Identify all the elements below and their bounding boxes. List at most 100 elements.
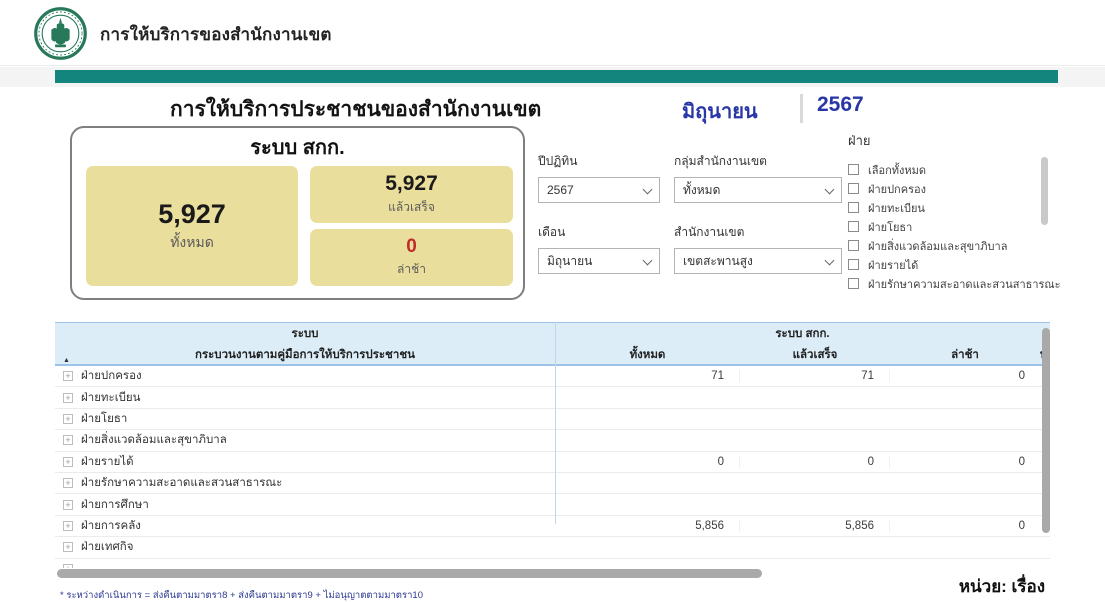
table-row[interactable]: ฝ่ายรายได้ 0 0 0 (55, 451, 1050, 473)
kpi-delayed-value: 0 (406, 236, 417, 257)
filter: ปีปฏิทิน 2567 (538, 152, 660, 203)
table-row[interactable]: ฝ่ายการคลัง 5,856 5,856 0 (55, 515, 1050, 538)
checkbox-icon[interactable] (848, 240, 859, 251)
chevron-down-icon (642, 184, 653, 195)
filter: เดือน มิถุนายน (538, 223, 660, 274)
row-name-label: ฝ่ายรักษาความสะอาดและสวนสาธารณะ (81, 477, 283, 490)
expand-plus-icon[interactable] (63, 478, 73, 489)
sort-ascending-icon[interactable]: ▲ (63, 357, 70, 364)
section-slicer-title: ฝ่าย (848, 133, 871, 148)
table-row[interactable]: ฝ่ายการศึกษา (55, 494, 1050, 516)
table-row[interactable]: ฝ่ายปกครอง 71 71 0 (55, 366, 1050, 388)
column-divider-line (555, 322, 556, 524)
horizontal-scrollbar-thumb[interactable] (57, 569, 762, 578)
checkbox-icon[interactable] (848, 278, 859, 289)
app-title: การให้บริการของสำนักงานเขต (100, 25, 332, 44)
slicer-option[interactable]: ฝ่ายรายได้ (848, 255, 1078, 274)
slicer-option[interactable]: ฝ่ายรักษาความสะอาดและสวนสาธารณะ (848, 274, 1078, 293)
filter-dropdown[interactable]: มิถุนายน (538, 248, 660, 274)
table-row[interactable]: ฝ่ายสิ่งแวดล้อมและสุขาภิบาล (55, 430, 1050, 452)
expand-plus-icon[interactable] (63, 563, 73, 568)
row-name-cell: ฝ่ายรักษาความสะอาดและสวนสาธารณะ (55, 474, 555, 492)
table-row[interactable] (55, 558, 1050, 568)
row-name-cell: ฝ่ายปกครอง (55, 367, 555, 385)
matrix-body: ฝ่ายปกครอง 71 71 0 ฝ่ายทะเบียน (55, 366, 1050, 568)
row-done-cell: 71 (740, 370, 890, 383)
filter-group: ปีปฏิทิน 2567 กลุ่มสำนักงานเขต ทั้งหมด เ… (538, 152, 842, 274)
filter-dropdown-value: มิถุนายน (547, 253, 593, 268)
header-col-delayed[interactable]: ล่าช้า (890, 344, 1040, 365)
header-col-total[interactable]: ทั้งหมด (555, 344, 740, 365)
kpi-panel: ระบบ สกก. 5,927 ทั้งหมด 5,927 แล้วเสร็จ … (70, 126, 525, 300)
expand-plus-icon[interactable] (63, 456, 73, 467)
checkbox-icon[interactable] (848, 183, 859, 194)
row-name-cell: ฝ่ายการศึกษา (55, 496, 555, 514)
expand-plus-icon[interactable] (63, 499, 73, 510)
filter-dropdown[interactable]: ทั้งหมด (674, 177, 842, 203)
row-delayed-cell: 0 (1018, 455, 1025, 468)
slicer-scrollbar-thumb[interactable] (1041, 157, 1048, 225)
matrix-header: ระบบ ระบบ สกก. กระบวนงานตามคู่มือการให้บ… (55, 322, 1050, 366)
header-col-done[interactable]: แล้วเสร็จ (740, 344, 890, 365)
row-name-cell: ฝ่ายเทศกิจ (55, 538, 555, 556)
table-row[interactable]: ฝ่ายโยธา (55, 408, 1050, 431)
filter-dropdown[interactable]: เขตสะพานสูง (674, 248, 842, 274)
table-row[interactable]: ฝ่ายเทศกิจ (55, 537, 1050, 559)
row-name-cell: ฝ่ายโยธา (55, 410, 555, 428)
slicer-option-label: ฝ่ายทะเบียน (868, 202, 925, 215)
kpi-done-value: 5,927 (385, 172, 438, 195)
expand-plus-icon[interactable] (63, 520, 73, 531)
matrix-header-columns-row: กระบวนงานตามคู่มือการให้บริการประชาชน ▲ … (55, 344, 1050, 365)
vertical-scrollbar-thumb[interactable] (1042, 328, 1050, 533)
year-display: 2567 (817, 93, 864, 116)
checkbox-icon[interactable] (848, 202, 859, 213)
dashboard-page: การให้บริการของสำนักงานเขต การให้บริการป… (0, 0, 1105, 602)
matrix-header-group-row: ระบบ ระบบ สกก. (55, 323, 1050, 344)
expand-plus-icon[interactable] (63, 435, 73, 446)
row-delayed-cell: 0 (1018, 370, 1025, 383)
expand-plus-icon[interactable] (63, 371, 73, 382)
header-group-sakok: ระบบ สกก. (775, 327, 830, 340)
checkbox-icon[interactable] (848, 259, 859, 270)
header-band (0, 67, 1105, 87)
header-system[interactable]: ระบบ (55, 323, 555, 344)
report-title: การให้บริการประชาชนของสำนักงานเขต (170, 98, 542, 121)
slicer-option[interactable]: ฝ่ายสิ่งแวดล้อมและสุขาภิบาล (848, 236, 1078, 255)
title-divider (800, 94, 803, 123)
slicer-option-label: ฝ่ายโยธา (868, 221, 913, 234)
expand-plus-icon[interactable] (63, 413, 73, 424)
checkbox-icon[interactable] (848, 221, 859, 232)
header-process-name-label: กระบวนงานตามคู่มือการให้บริการประชาชน (194, 348, 415, 361)
slicer-option-label: ฝ่ายรักษาความสะอาดและสวนสาธารณะ (868, 278, 1061, 291)
kpi-group-title: ระบบ สกก. (250, 137, 345, 159)
month-display: มิถุนายน (682, 101, 758, 123)
teal-accent-bar (55, 70, 1058, 83)
filter-dropdown-value: ทั้งหมด (683, 182, 721, 197)
kpi-card-total: 5,927 ทั้งหมด (86, 166, 298, 286)
services-matrix: ระบบ ระบบ สกก. กระบวนงานตามคู่มือการให้บ… (55, 322, 1050, 568)
row-name-cell: ฝ่ายทะเบียน (55, 389, 555, 407)
row-name-label: ฝ่ายการศึกษา (81, 498, 149, 511)
filter-label: เดือน (538, 225, 566, 239)
expand-plus-icon[interactable] (63, 542, 73, 553)
expand-plus-icon[interactable] (63, 392, 73, 403)
kpi-total-value: 5,927 (158, 198, 226, 229)
app-header: การให้บริการของสำนักงานเขต (0, 0, 1105, 66)
kpi-card-delayed: 0 ล่าช้า (310, 229, 513, 286)
footnote: * ระหว่างดำเนินการ = ส่งคืนตามมาตรา8 + ส… (60, 590, 423, 601)
row-delayed-cell: 0 (1018, 519, 1025, 532)
chevron-down-icon (642, 255, 653, 266)
table-row[interactable]: ฝ่ายทะเบียน (55, 387, 1050, 409)
row-name-cell (55, 563, 555, 568)
checkbox-icon[interactable] (848, 164, 859, 175)
filter-dropdown[interactable]: 2567 (538, 177, 660, 203)
filter-dropdown-value: 2567 (547, 183, 574, 197)
table-row[interactable]: ฝ่ายรักษาความสะอาดและสวนสาธารณะ (55, 472, 1050, 495)
chevron-down-icon (824, 184, 835, 195)
filter-label: ปีปฏิทิน (538, 154, 578, 168)
slicer-option-label: ฝ่ายสิ่งแวดล้อมและสุขาภิบาล (868, 240, 1008, 253)
row-name-cell: ฝ่ายรายได้ (55, 453, 555, 471)
header-process-name[interactable]: กระบวนงานตามคู่มือการให้บริการประชาชน ▲ (55, 344, 555, 365)
slicer-option-label: ฝ่ายรายได้ (868, 259, 919, 272)
kpi-total-label: ทั้งหมด (170, 233, 214, 250)
